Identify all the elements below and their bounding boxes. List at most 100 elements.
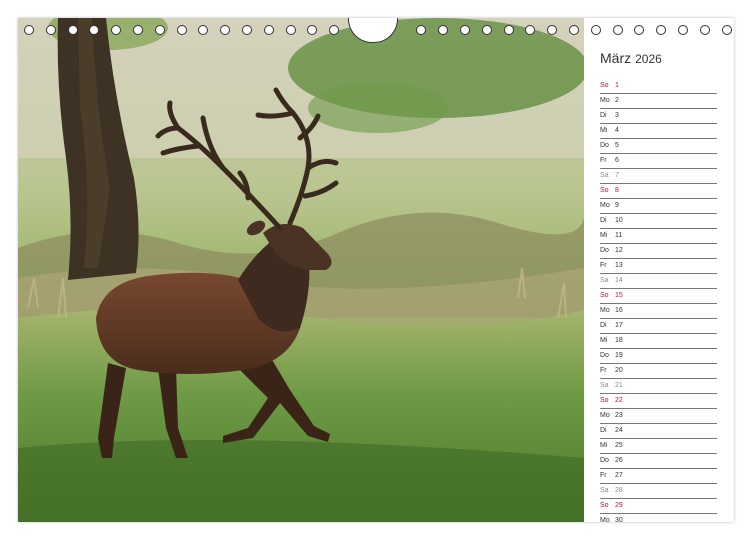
day-row: Fr 20 (600, 364, 717, 379)
binding-ring (220, 25, 231, 35)
day-row: Di 10 (600, 214, 717, 229)
weekday-label: Di (600, 322, 607, 329)
day-number: 8 (615, 187, 619, 194)
binding-ring (612, 25, 623, 35)
binding-ring (263, 25, 274, 35)
weekday-label: Do (600, 247, 609, 254)
day-number: 2 (615, 97, 619, 104)
binding-ring (634, 25, 645, 35)
day-row: So 8 (600, 184, 717, 199)
weekday-label: Mo (600, 97, 610, 104)
binding-ring (176, 25, 187, 35)
day-number: 6 (615, 157, 619, 164)
weekday-label: Mi (600, 127, 608, 134)
day-row: Do 12 (600, 244, 717, 259)
day-row: Sa 28 (600, 484, 717, 499)
day-number: 26 (615, 457, 623, 464)
weekday-label: So (600, 82, 609, 89)
binding-ring (133, 25, 143, 35)
day-number: 28 (615, 487, 623, 494)
day-number: 22 (615, 397, 623, 404)
day-row: So 15 (600, 289, 717, 304)
weekday-label: So (600, 187, 609, 194)
weekday-label: So (600, 397, 609, 404)
day-row: So 22 (600, 394, 717, 409)
day-number: 23 (615, 412, 623, 419)
day-number: 12 (615, 247, 623, 254)
day-number: 7 (615, 172, 619, 179)
day-number: 20 (615, 367, 623, 374)
binding-ring (111, 25, 122, 35)
day-number: 11 (615, 232, 623, 239)
stag-photo (18, 18, 584, 522)
day-row: Mi 18 (600, 334, 717, 349)
day-row: So 29 (600, 499, 717, 514)
day-number: 29 (615, 502, 623, 509)
binding-ring (460, 25, 470, 35)
day-row: Di 3 (600, 109, 717, 124)
calendar-page: März 2026 So 1 Mo 2 Di 3 Mi 4 Do 5 Fr 6 Sa 7 So 8 Mo 9 Di 10… (18, 18, 734, 522)
weekday-label: So (600, 502, 609, 509)
weekday-label: Mi (600, 442, 608, 449)
binding-ring (416, 25, 427, 35)
day-number: 3 (615, 112, 619, 119)
calendar-panel: März 2026 So 1 Mo 2 Di 3 Mi 4 Do 5 Fr 6 Sa 7 So 8 Mo 9 Di 10… (584, 18, 734, 522)
binding-ring (154, 25, 165, 35)
day-list: So 1 Mo 2 Di 3 Mi 4 Do 5 Fr 6 Sa 7 So 8 Mo 9 Di 10 Mi 11 Do 12 F… (600, 79, 717, 522)
binding-ring (525, 25, 536, 35)
day-number: 27 (615, 472, 623, 479)
day-row: Mi 4 (600, 124, 717, 139)
binding-ring (285, 25, 296, 35)
day-row: Fr 27 (600, 469, 717, 484)
day-row: Mo 23 (600, 409, 717, 424)
weekday-label: Mo (600, 307, 610, 314)
day-number: 17 (615, 322, 623, 329)
day-number: 10 (615, 217, 623, 224)
day-number: 18 (615, 337, 623, 344)
binding-ring (721, 25, 732, 35)
day-number: 30 (615, 517, 623, 522)
day-row: Do 26 (600, 454, 717, 469)
day-number: 9 (615, 202, 619, 209)
month-title: März 2026 (600, 50, 662, 66)
binding-ring (67, 25, 78, 35)
day-row: Do 5 (600, 139, 717, 154)
binding-ring (678, 25, 688, 35)
weekday-label: Mo (600, 517, 610, 522)
weekday-label: Fr (600, 367, 607, 374)
weekday-label: Do (600, 352, 609, 359)
day-row: So 1 (600, 79, 717, 94)
binding-ring (198, 25, 209, 35)
weekday-label: Sa (600, 487, 609, 494)
day-row: Mo 30 (600, 514, 717, 522)
day-number: 16 (615, 307, 623, 314)
weekday-label: Di (600, 217, 607, 224)
weekday-label: Sa (600, 382, 609, 389)
day-number: 13 (615, 262, 623, 269)
weekday-label: Di (600, 112, 607, 119)
binding-ring (89, 25, 100, 35)
binding-ring (590, 25, 601, 35)
binding-ring (438, 25, 449, 35)
day-row: Fr 13 (600, 259, 717, 274)
weekday-label: Mo (600, 202, 610, 209)
day-row: Sa 14 (600, 274, 717, 289)
day-number: 24 (615, 427, 623, 434)
day-row: Mo 2 (600, 94, 717, 109)
weekday-label: Mi (600, 232, 608, 239)
deer-photo-icon (18, 18, 584, 522)
weekday-label: Sa (600, 172, 609, 179)
day-number: 25 (615, 442, 623, 449)
day-row: Sa 7 (600, 169, 717, 184)
binding-ring (307, 25, 318, 35)
weekday-label: Sa (600, 277, 609, 284)
weekday-label: Fr (600, 262, 607, 269)
day-number: 4 (615, 127, 619, 134)
weekday-label: Mi (600, 337, 608, 344)
weekday-label: Do (600, 142, 609, 149)
binding-ring (503, 25, 514, 35)
weekday-label: Fr (600, 157, 607, 164)
binding-ring (329, 25, 340, 35)
month-name: März (600, 50, 632, 66)
day-number: 21 (615, 382, 623, 389)
